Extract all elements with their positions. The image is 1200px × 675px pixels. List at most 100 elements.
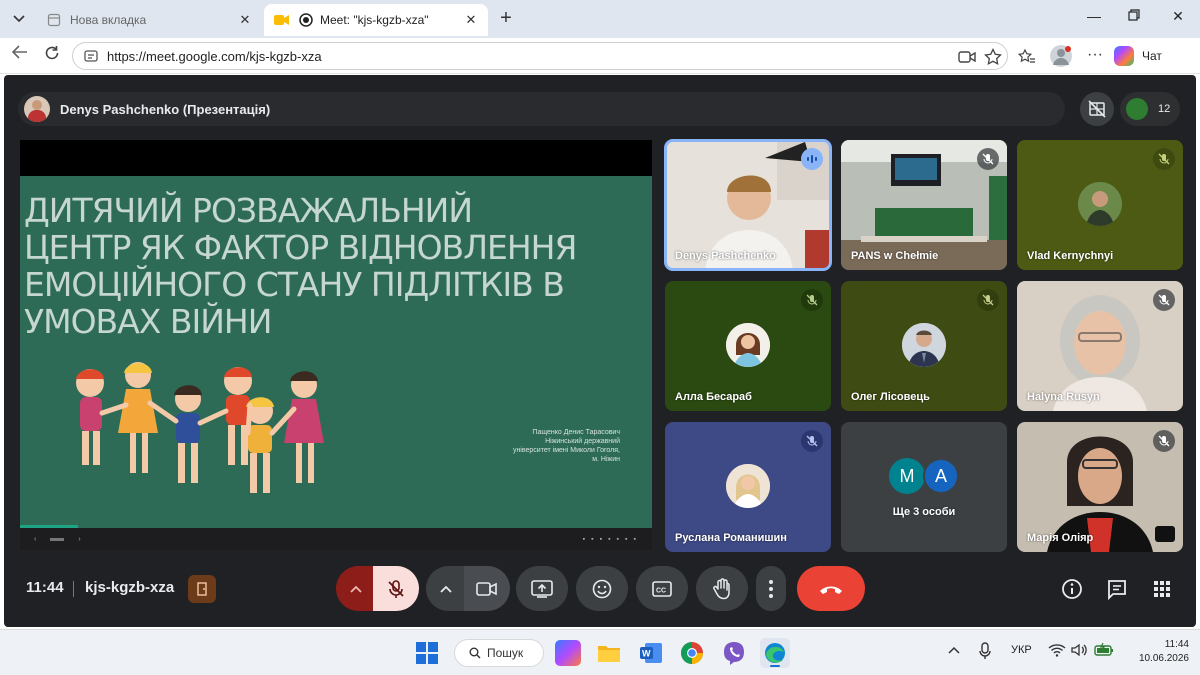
slide-counter xyxy=(50,537,65,541)
microphone-tray-icon[interactable] xyxy=(978,642,992,663)
slide-tools-icons[interactable]: ▪▪▪▪▪▪▪ xyxy=(583,536,642,543)
page-icon xyxy=(46,13,62,27)
chrome-icon[interactable] xyxy=(679,640,705,666)
participant-count: 12 xyxy=(1158,103,1171,115)
taskbar: Пошук W УКР 11:44 10.06.2026 xyxy=(0,629,1200,675)
activities-button[interactable] xyxy=(1150,577,1174,601)
favorites-icon[interactable] xyxy=(1017,48,1036,66)
host-controls-button[interactable] xyxy=(188,575,216,603)
info-icon xyxy=(1062,579,1082,599)
copilot-chat-button[interactable]: Чат xyxy=(1114,43,1194,69)
participant-tile[interactable]: Denys Pashchenko xyxy=(664,139,832,271)
file-explorer-icon[interactable] xyxy=(596,640,622,666)
taskbar-search[interactable]: Пошук xyxy=(454,639,544,667)
camera-button[interactable] xyxy=(464,566,510,611)
other-avatar: A xyxy=(923,458,959,494)
mic-off-icon xyxy=(801,430,823,452)
hide-tiles-button[interactable] xyxy=(1080,92,1114,126)
windows-logo-icon xyxy=(416,642,438,664)
presentation-bar: Denys Pashchenko (Презентація) xyxy=(18,92,1065,126)
close-window-button[interactable]: ✕ xyxy=(1166,8,1190,30)
author-line: Ніжинський державний xyxy=(545,438,620,445)
more-options-button[interactable] xyxy=(756,566,786,611)
presenter-avatar xyxy=(24,96,50,122)
site-info-icon[interactable] xyxy=(83,48,99,64)
captions-button[interactable]: CC xyxy=(636,566,688,611)
participant-tile[interactable]: Руслана Романишин xyxy=(665,422,831,552)
edge-icon[interactable] xyxy=(760,638,790,668)
microphone-button[interactable] xyxy=(373,566,419,611)
back-button[interactable] xyxy=(8,45,32,67)
tab-list-button[interactable] xyxy=(6,7,32,31)
video-options-button[interactable] xyxy=(426,566,466,611)
tab-title: Нова вкладка xyxy=(70,13,147,27)
leave-call-button[interactable] xyxy=(797,566,865,611)
avatar xyxy=(726,464,770,508)
avatar xyxy=(1078,182,1122,226)
battery-icon[interactable] xyxy=(1094,642,1114,660)
camera-icon xyxy=(476,581,497,596)
participant-tile[interactable]: Vlad Kernychnyi xyxy=(1017,140,1183,270)
audio-options-button[interactable] xyxy=(336,566,376,611)
svg-text:W: W xyxy=(642,649,651,659)
copilot-taskbar-icon[interactable] xyxy=(555,640,581,666)
mic-off-icon xyxy=(1153,289,1175,311)
hand-icon xyxy=(713,577,730,599)
wifi-icon[interactable] xyxy=(1048,643,1066,660)
close-tab-icon[interactable]: ✕ xyxy=(464,12,478,28)
more-menu-icon[interactable]: ··· xyxy=(1086,46,1104,64)
url-text: https://meet.google.com/kjs-kgzb-xza xyxy=(107,48,322,64)
slide-title-line: центр як фактор відновлення xyxy=(24,228,577,267)
meeting-details-button[interactable] xyxy=(1060,577,1084,601)
system-clock[interactable]: 11:44 10.06.2026 xyxy=(1125,638,1189,666)
favorite-star-icon[interactable] xyxy=(984,47,1002,66)
volume-icon[interactable] xyxy=(1071,643,1089,660)
chevron-up-icon xyxy=(440,585,452,593)
author-line: Пащенко Денис Тарасович xyxy=(532,429,620,436)
participant-tile[interactable]: Halyna Rusyn xyxy=(1017,281,1183,411)
profile-avatar[interactable] xyxy=(1050,45,1072,67)
next-slide-icon[interactable]: › xyxy=(78,536,80,543)
tab-new-tab[interactable]: Нова вкладка ✕ xyxy=(36,4,262,36)
others-tile[interactable]: M A Ще 3 особи xyxy=(841,422,1007,552)
mic-off-icon xyxy=(1153,430,1175,452)
raise-hand-button[interactable] xyxy=(696,566,748,611)
participant-tile[interactable]: PANS w Chełmie xyxy=(841,140,1007,270)
mic-off-icon xyxy=(977,289,999,311)
start-button[interactable] xyxy=(414,640,440,666)
reload-button[interactable] xyxy=(40,45,64,67)
chat-button[interactable] xyxy=(1105,577,1129,601)
show-hidden-icons[interactable] xyxy=(948,645,960,657)
close-tab-icon[interactable]: ✕ xyxy=(238,12,252,28)
participant-name: Vlad Kernychnyi xyxy=(1027,250,1114,262)
present-button[interactable] xyxy=(516,566,568,611)
prev-slide-icon[interactable]: ‹ xyxy=(34,536,36,543)
hang-up-icon xyxy=(820,586,842,594)
presenter-label: Denys Pashchenko (Презентація) xyxy=(60,101,271,117)
navigation-bar: https://meet.google.com/kjs-kgzb-xza ···… xyxy=(0,38,1200,74)
word-icon[interactable]: W xyxy=(638,640,664,666)
participants-button[interactable]: 12 xyxy=(1120,92,1180,126)
participant-tile[interactable]: Олег Лісовець xyxy=(841,281,1007,411)
language-indicator[interactable]: УКР xyxy=(1011,644,1032,656)
camera-permission-icon[interactable] xyxy=(958,48,976,66)
participant-tile[interactable]: Алла Бесараб xyxy=(665,281,831,411)
reactions-button[interactable] xyxy=(576,566,628,611)
meeting-time: 11:44 xyxy=(26,579,64,596)
minimize-button[interactable]: — xyxy=(1082,8,1106,30)
presentation-view: Дитячий розважальний центр як фактор від… xyxy=(20,140,652,550)
mic-off-icon xyxy=(1153,148,1175,170)
viber-icon[interactable] xyxy=(721,640,747,666)
more-vertical-icon xyxy=(769,579,773,598)
new-tab-button[interactable]: + xyxy=(494,8,518,30)
tab-meet[interactable]: Meet: "kjs-kgzb-xza" ✕ xyxy=(264,4,488,36)
tab-title: Meet: "kjs-kgzb-xza" xyxy=(320,13,429,27)
slide-title: Дитячий розважальний центр як фактор від… xyxy=(24,192,644,340)
restore-button[interactable] xyxy=(1122,8,1146,30)
participant-tile[interactable]: Марія Оліяр xyxy=(1017,422,1183,552)
participant-name: Руслана Романишин xyxy=(675,532,787,544)
chat-icon xyxy=(1108,580,1126,600)
chat-label: Чат xyxy=(1142,49,1162,63)
address-bar[interactable]: https://meet.google.com/kjs-kgzb-xza xyxy=(72,42,1008,70)
slide: Дитячий розважальний центр як фактор від… xyxy=(20,176,652,528)
